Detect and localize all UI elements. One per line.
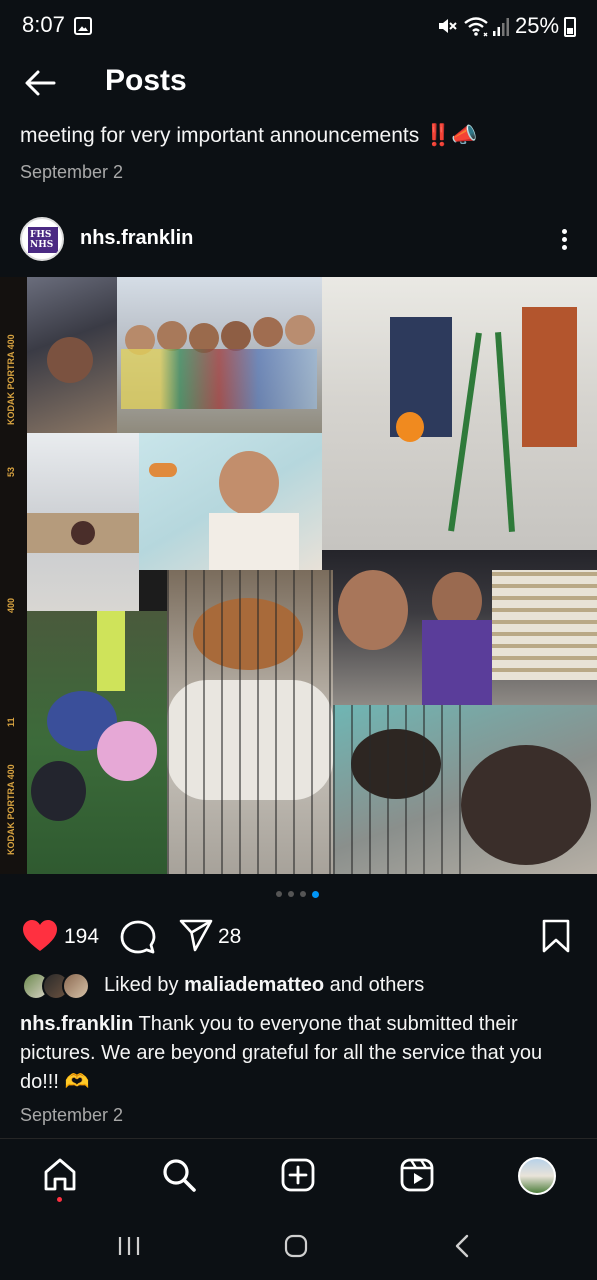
battery-icon <box>564 17 576 37</box>
avatar <box>62 972 90 1000</box>
liker-avatars[interactable] <box>22 972 94 1000</box>
film-label: KODAK PORTRA 400 <box>6 764 16 855</box>
film-number: 53 <box>6 466 16 477</box>
post-username[interactable]: nhs.franklin <box>80 227 193 250</box>
more-options-icon[interactable] <box>555 226 575 254</box>
search-icon[interactable] <box>161 1157 197 1193</box>
mute-icon <box>439 19 457 33</box>
status-time: 8:07 <box>22 12 65 37</box>
previous-post-caption: meeting for very important announcements… <box>20 124 478 147</box>
profile-avatar[interactable] <box>518 1157 556 1195</box>
carousel-dot <box>288 891 294 897</box>
create-post-icon[interactable] <box>280 1157 316 1193</box>
share-count[interactable]: 28 <box>218 925 241 949</box>
bottom-nav <box>0 1138 597 1214</box>
gallery-icon <box>74 17 92 35</box>
recent-apps-icon[interactable] <box>117 1234 141 1258</box>
like-heart-icon[interactable] <box>22 919 58 953</box>
back-button[interactable] <box>20 62 62 104</box>
film-strip: KODAK PORTRA 400 53 400 11 KODAK PORTRA … <box>0 277 27 874</box>
film-number: 400 <box>6 597 16 613</box>
post-date: September 2 <box>20 1105 124 1125</box>
photo-tile-puppy <box>167 570 333 874</box>
photo-tile-selfie <box>27 277 117 433</box>
photo-tile-backpacks <box>27 611 167 874</box>
photo-tile-dog <box>333 705 597 874</box>
avatar-logo-text: FHS NHS <box>30 230 54 250</box>
photo-tile-selfie-mural <box>139 433 322 570</box>
film-label: KODAK PORTRA 400 <box>6 334 16 425</box>
carousel-dot <box>300 891 306 897</box>
signal-icon <box>493 18 509 36</box>
bookmark-icon[interactable] <box>541 919 571 953</box>
previous-post-date: September 2 <box>20 162 124 182</box>
like-count[interactable]: 194 <box>64 925 99 949</box>
home-notification-dot <box>57 1197 62 1202</box>
photo-tile-classroom <box>27 433 139 611</box>
comment-icon[interactable] <box>120 919 156 955</box>
liked-by-text[interactable]: Liked by maliadematteo and others <box>104 974 424 997</box>
system-navigation-bar <box>0 1214 597 1280</box>
wifi-icon <box>464 17 488 37</box>
liked-by-user[interactable]: maliadematteo <box>184 974 324 996</box>
share-icon[interactable] <box>178 919 214 953</box>
carousel-indicator <box>276 891 322 899</box>
carousel-dot-active <box>312 891 319 898</box>
photo-tile-group <box>117 277 322 433</box>
carousel-dot <box>276 891 282 897</box>
caption-username[interactable]: nhs.franklin <box>20 1013 133 1035</box>
page-title: Posts <box>105 64 187 97</box>
back-chevron-icon[interactable] <box>452 1233 472 1259</box>
battery-percent: 25% <box>515 13 560 38</box>
film-number: 11 <box>6 717 16 727</box>
status-bar: 8:07 25% <box>0 0 597 54</box>
reels-icon[interactable] <box>399 1157 435 1193</box>
avatar[interactable]: FHS NHS <box>20 217 64 261</box>
home-icon[interactable] <box>42 1157 78 1193</box>
photo-tile-books <box>322 550 597 705</box>
post-caption: nhs.franklin Thank you to everyone that … <box>20 1010 570 1097</box>
photo-tile-hallway <box>322 277 597 550</box>
home-circle-icon[interactable] <box>283 1233 309 1259</box>
post-photo[interactable]: KODAK PORTRA 400 53 400 11 KODAK PORTRA … <box>0 277 597 874</box>
